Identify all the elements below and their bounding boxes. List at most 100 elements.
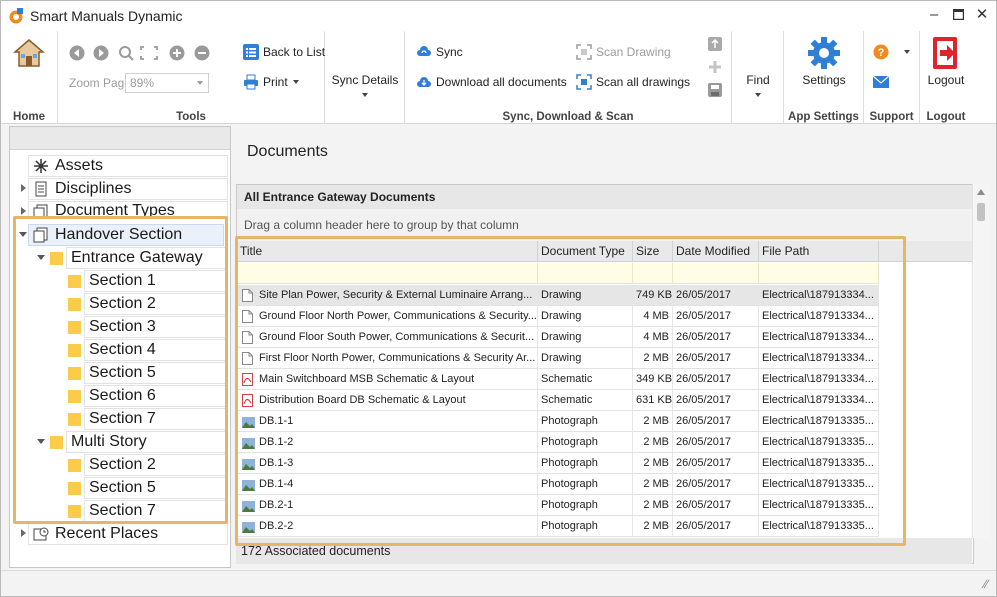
tree-item-handover-section[interactable]: Handover Section <box>28 224 224 246</box>
cell-path: Electrical\187913334... <box>759 390 879 411</box>
app-title: Smart Manuals Dynamic <box>30 8 183 24</box>
find-button[interactable]: Find <box>732 73 784 101</box>
table-row[interactable]: Site Plan Power, Security & External Lum… <box>237 285 879 306</box>
back-to-list-label: Back to List <box>263 45 326 59</box>
cell-date: 26/05/2017 <box>673 348 759 369</box>
documents-grid: All Entrance Gateway Documents Drag a co… <box>236 184 974 564</box>
cell-size: 2 MB <box>633 432 673 453</box>
table-row[interactable]: Main Switchboard MSB Schematic & Layout S… <box>237 369 879 390</box>
scan-all-button[interactable]: Scan all drawings <box>576 74 690 90</box>
filter-cell-date-modified[interactable] <box>673 263 759 284</box>
print-button[interactable]: Print <box>243 74 299 90</box>
column-header-title[interactable]: Title <box>237 241 538 262</box>
tree-label-disciplines: Disciplines <box>55 180 132 197</box>
table-row[interactable]: Ground Floor North Power, Communications… <box>237 306 879 327</box>
expand-recent-places-icon[interactable] <box>21 529 26 537</box>
cell-size: 2 MB <box>633 474 673 495</box>
tree-item-section[interactable]: Section 5 <box>84 477 226 499</box>
cell-size: 631 KB <box>633 390 673 411</box>
tree-item-section[interactable]: Section 5 <box>84 362 226 384</box>
maximize-button[interactable] <box>947 5 969 25</box>
tree-item-assets[interactable]: Assets <box>28 155 228 177</box>
chevron-down-icon <box>362 92 368 97</box>
tree-item-section[interactable]: Section 1 <box>84 270 226 292</box>
tree-label-section: Section 2 <box>89 295 156 312</box>
support-group: ? Support <box>864 31 920 124</box>
table-row[interactable]: First Floor North Power, Communications … <box>237 348 879 369</box>
settings-button[interactable]: Settings <box>784 36 864 87</box>
collapse-handover-icon[interactable] <box>19 232 27 237</box>
help-button[interactable]: ? <box>873 44 910 65</box>
scan-drawing-button[interactable]: Scan Drawing <box>576 44 671 60</box>
resize-grip-icon[interactable]: ∕∕ <box>984 577 988 591</box>
logout-button[interactable]: Logout <box>920 36 972 87</box>
tree-item-multi-story[interactable]: Multi Story <box>66 431 226 453</box>
filter-cell-size[interactable] <box>633 263 673 284</box>
tree-label-assets: Assets <box>55 157 104 174</box>
filter-cell-title[interactable] <box>237 263 538 284</box>
table-row[interactable]: Distribution Board DB Schematic & Layout… <box>237 390 879 411</box>
tree-item-section[interactable]: Section 2 <box>84 454 226 476</box>
expand-document-types-icon[interactable] <box>21 207 26 215</box>
column-header-document-type[interactable]: Document Type <box>538 241 633 262</box>
page-title: Documents <box>247 143 328 160</box>
table-row[interactable]: DB.1-4 Photograph 2 MB 26/05/2017 Electrical… <box>237 474 879 495</box>
sync-details-button[interactable]: Sync Details <box>325 73 405 101</box>
filter-cell-document-type[interactable] <box>538 263 633 284</box>
table-row[interactable]: DB.1-2 Photograph 2 MB 26/05/2017 Electrical… <box>237 432 879 453</box>
tree-item-disciplines[interactable]: Disciplines <box>28 178 228 200</box>
download-all-button[interactable]: Download all documents <box>416 74 567 90</box>
app-settings-group-label: App Settings <box>788 111 859 123</box>
expand-disciplines-icon[interactable] <box>21 184 26 192</box>
tools-group: Zoom Page 89% Back to List Print Tools <box>58 31 325 124</box>
collapse-multi-story-icon[interactable] <box>37 439 45 444</box>
column-header-date-modified[interactable]: Date Modified <box>673 241 759 262</box>
sync-button[interactable]: Sync <box>416 44 463 60</box>
column-header-size[interactable]: Size <box>633 241 673 262</box>
cell-type: Drawing <box>538 285 633 306</box>
cell-size: 2 MB <box>633 495 673 516</box>
tree-item-section[interactable]: Section 7 <box>84 408 226 430</box>
tree-item-section[interactable]: Section 6 <box>84 385 226 407</box>
table-row[interactable]: DB.1-1 Photograph 2 MB 26/05/2017 Electrical… <box>237 411 879 432</box>
table-row[interactable]: Ground Floor South Power, Communications… <box>237 327 879 348</box>
tree-label-section: Section 3 <box>89 318 156 335</box>
tree-item-entrance-gateway[interactable]: Entrance Gateway <box>66 247 226 269</box>
scroll-up-arrow-icon[interactable] <box>977 189 985 195</box>
recent-places-icon <box>33 527 49 541</box>
associated-documents-count: 172 Associated documents <box>241 544 391 558</box>
handover-documents-icon <box>33 227 48 243</box>
scrollbar-thumb[interactable] <box>977 203 985 221</box>
mail-icon[interactable] <box>873 74 889 90</box>
tree-item-recent-places[interactable]: Recent Places <box>28 523 228 545</box>
tree-item-section[interactable]: Section 7 <box>84 500 226 522</box>
tree-item-section[interactable]: Section 2 <box>84 293 226 315</box>
zoom-select[interactable]: 89% <box>125 73 209 93</box>
table-row[interactable]: DB.1-3 Photograph 2 MB 26/05/2017 Electrical… <box>237 453 879 474</box>
logout-label: Logout <box>927 73 965 87</box>
filter-row[interactable] <box>237 263 879 284</box>
tree-item-document-types[interactable]: Document Types <box>28 201 228 219</box>
collapse-entrance-gateway-icon[interactable] <box>37 255 45 260</box>
back-to-list-button[interactable]: Back to List <box>243 44 325 60</box>
support-group-label: Support <box>869 111 914 123</box>
document-action-icons <box>708 37 722 97</box>
group-by-panel[interactable]: Drag a column header here to group by th… <box>237 209 973 241</box>
table-row[interactable]: DB.2-2 Photograph 2 MB 26/05/2017 Electrical… <box>237 516 879 537</box>
column-header-file-path[interactable]: File Path <box>759 241 879 262</box>
logout-group: Logout Logout <box>920 31 972 124</box>
filter-cell-file-path[interactable] <box>759 263 879 284</box>
chevron-down-icon <box>755 92 761 97</box>
tree-item-section[interactable]: Section 3 <box>84 316 226 338</box>
tree-item-section[interactable]: Section 4 <box>84 339 226 361</box>
cell-title: Ground Floor North Power, Communications… <box>237 306 538 327</box>
cell-size: 2 MB <box>633 411 673 432</box>
cell-date: 26/05/2017 <box>673 453 759 474</box>
vertical-scrollbar[interactable] <box>972 184 989 538</box>
close-button[interactable]: ✕ <box>971 5 993 25</box>
table-row[interactable]: DB.2-1 Photograph 2 MB 26/05/2017 Electrical… <box>237 495 879 516</box>
minimize-button[interactable]: – <box>923 5 945 25</box>
home-button[interactable] <box>12 37 46 72</box>
tree-label-multi-story: Multi Story <box>71 433 147 450</box>
cell-type: Schematic <box>538 369 633 390</box>
